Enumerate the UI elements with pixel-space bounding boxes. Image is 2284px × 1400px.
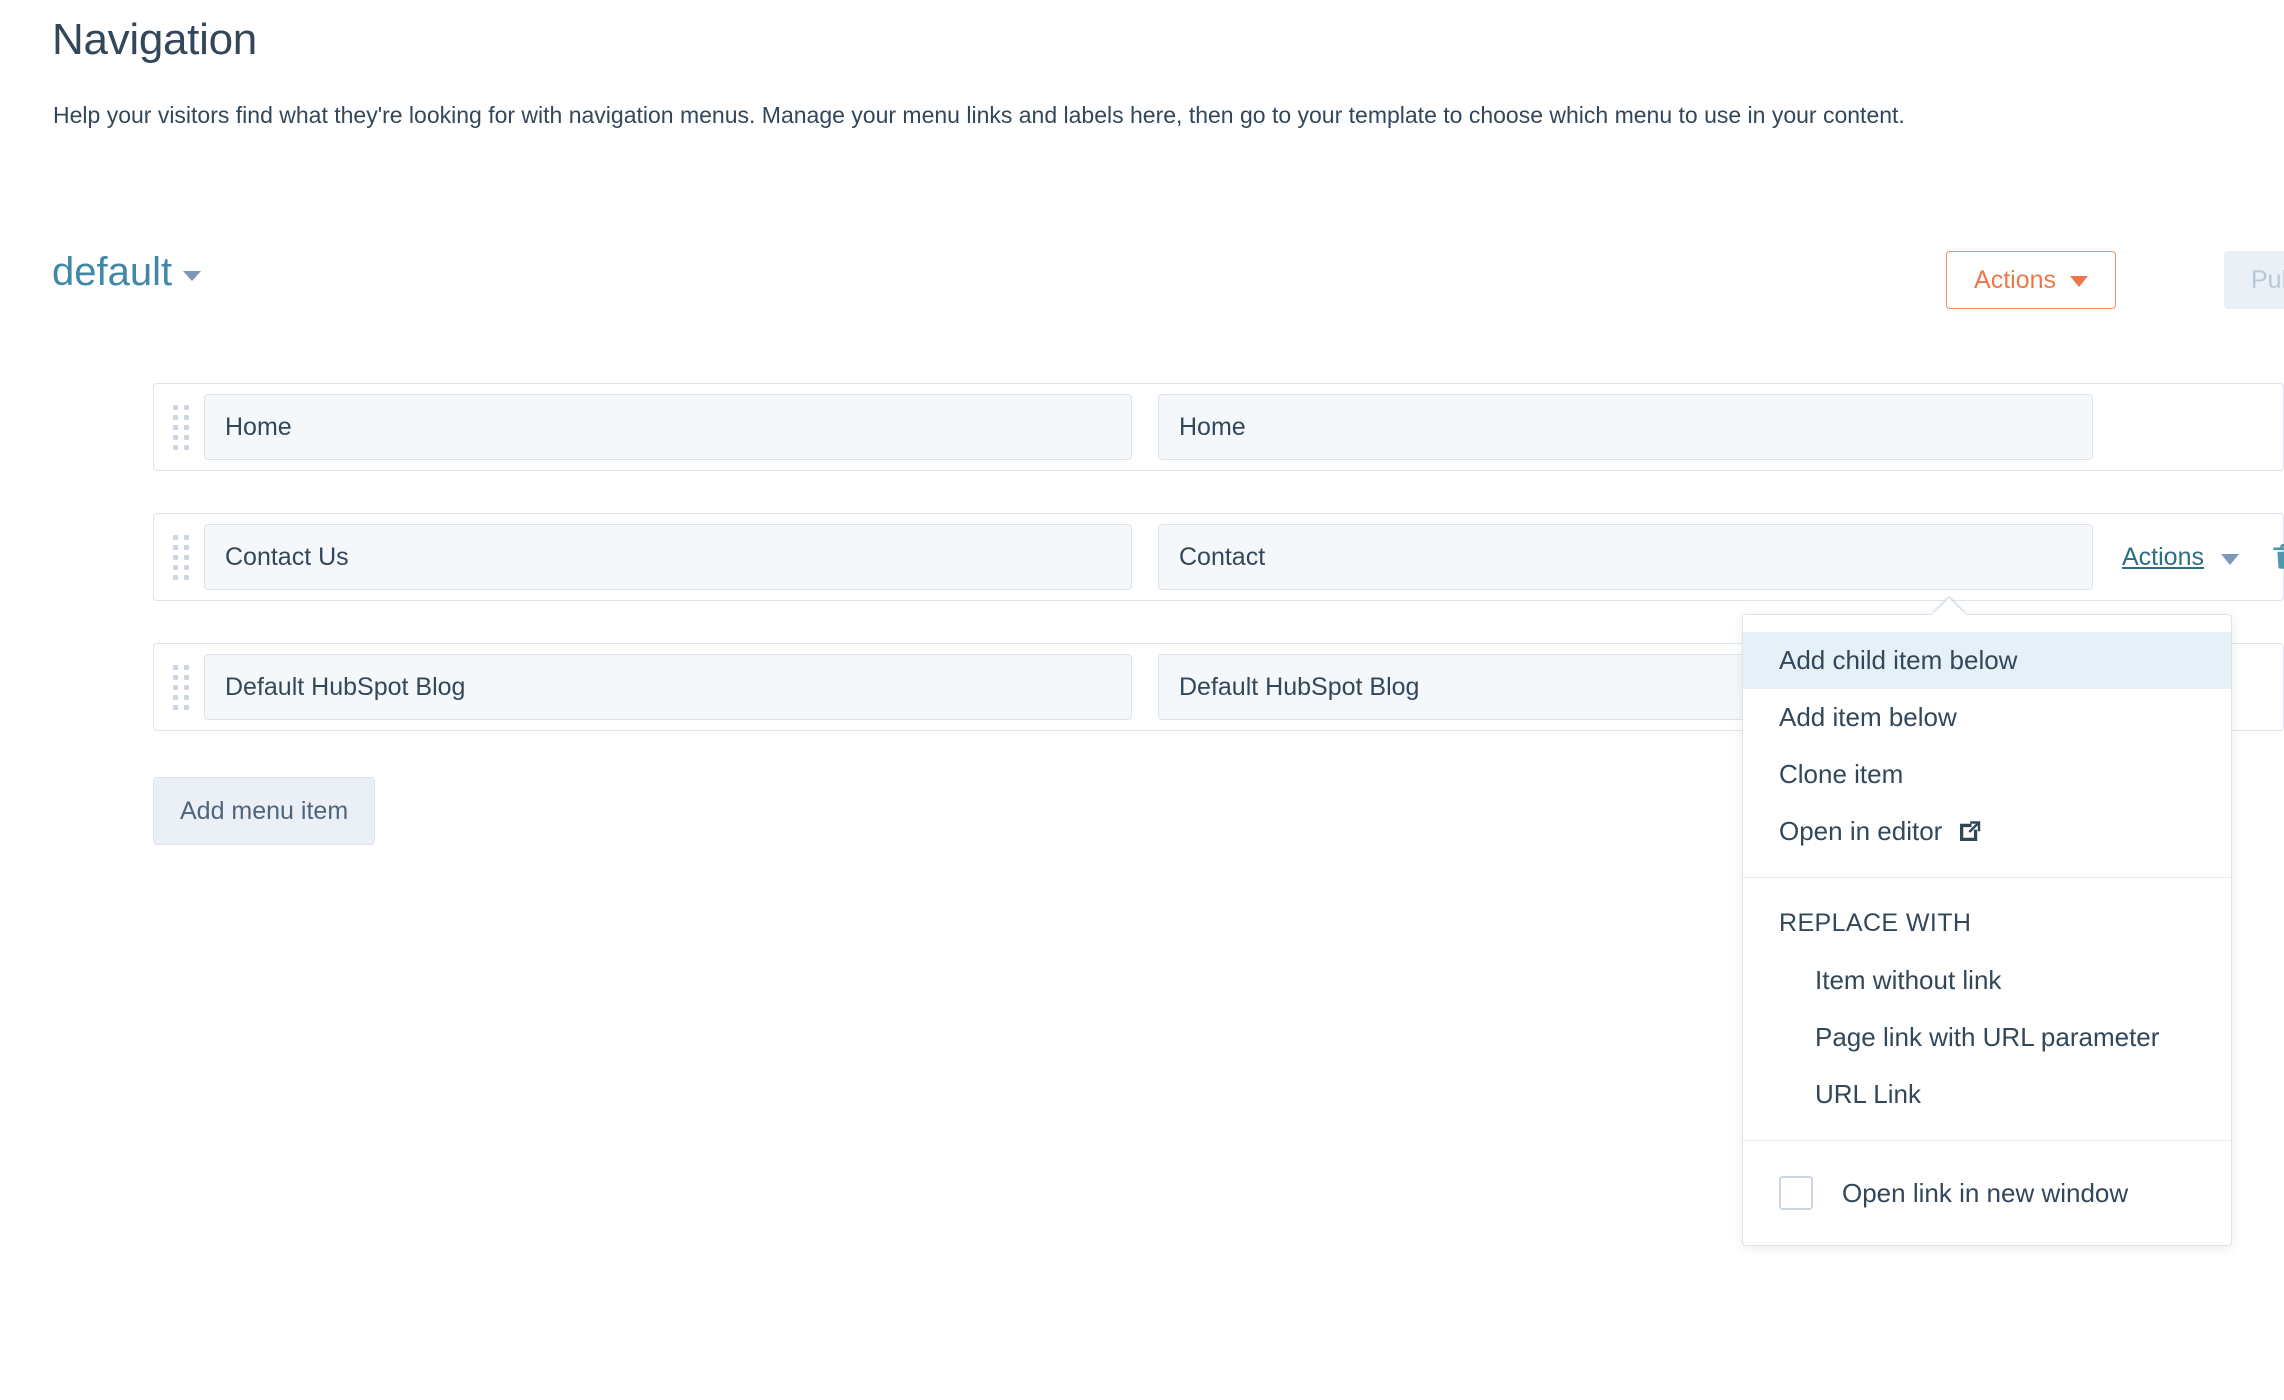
table-row: Contact Actions <box>153 513 2284 601</box>
menu-item-add-item-below[interactable]: Add item below <box>1743 689 2231 746</box>
menu-item-label-input[interactable] <box>204 524 1132 590</box>
menu-item-target-select[interactable]: Home <box>1158 394 2093 460</box>
row-actions-group: Actions <box>2122 541 2284 573</box>
drag-handle-icon[interactable] <box>162 403 200 451</box>
menu-toolbar: default Actions Publish <box>0 240 2284 330</box>
navigation-page: Navigation Help your visitors find what … <box>0 0 2284 1400</box>
menu-actions-button[interactable]: Actions <box>1946 251 2116 309</box>
menu-item-open-in-editor[interactable]: Open in editor <box>1743 803 2231 860</box>
menu-actions-button-label: Actions <box>1974 265 2056 294</box>
add-menu-item-button[interactable]: Add menu item <box>153 777 376 845</box>
page-description: Help your visitors find what they're loo… <box>53 102 1905 128</box>
menu-item-target-select-wrapper: Home <box>1158 394 2093 460</box>
menu-item-url-link[interactable]: URL Link <box>1743 1066 2231 1123</box>
menu-item-label: Open in editor <box>1779 816 1943 846</box>
drag-handle-icon[interactable] <box>162 663 200 711</box>
menu-item-label: Add item below <box>1779 702 1957 732</box>
dropdown-primary-group: Add child item below Add item below Clon… <box>1743 615 2231 878</box>
menu-item-label: Item without link <box>1815 965 2002 995</box>
table-row: Home <box>153 383 2284 471</box>
menu-item-label-input[interactable] <box>204 654 1132 720</box>
page-title: Navigation <box>52 15 257 64</box>
open-link-in-new-window-checkbox[interactable] <box>1779 1176 1813 1210</box>
dropdown-options-group: Open link in new window <box>1743 1141 2231 1245</box>
menu-selector-label: default <box>52 250 173 294</box>
menu-item-label: Page link with URL parameter <box>1815 1022 2160 1052</box>
dropdown-replace-group: REPLACE WITH Item without link Page link… <box>1743 878 2231 1141</box>
menu-item-label-input[interactable] <box>204 394 1132 460</box>
external-link-icon <box>1957 820 1981 844</box>
menu-item-target-select[interactable]: Contact <box>1158 524 2093 590</box>
open-link-in-new-window-option[interactable]: Open link in new window <box>1743 1158 2231 1228</box>
dropdown-caret-icon <box>1932 598 1966 615</box>
dropdown-section-heading: REPLACE WITH <box>1779 909 1972 937</box>
publish-button[interactable]: Publish <box>2224 251 2284 309</box>
chevron-down-icon <box>2070 276 2088 287</box>
row-actions-link[interactable]: Actions <box>2122 543 2204 572</box>
menu-item-label: URL Link <box>1815 1079 1921 1109</box>
menu-item-clone-item[interactable]: Clone item <box>1743 746 2231 803</box>
menu-item-label: Clone item <box>1779 759 1904 789</box>
chevron-down-icon <box>2220 553 2239 565</box>
menu-item-label: Add child item below <box>1779 645 2018 675</box>
menu-item-target-value: Contact <box>1179 542 1266 571</box>
row-actions-dropdown-menu: Add child item below Add item below Clon… <box>1742 598 2232 1246</box>
menu-item-item-without-link[interactable]: Item without link <box>1743 952 2231 1009</box>
menu-item-add-child-item-below[interactable]: Add child item below <box>1743 632 2231 689</box>
menu-item-target-value: Home <box>1179 412 1246 441</box>
drag-handle-icon[interactable] <box>162 533 200 581</box>
menu-item-target-value: Default HubSpot Blog <box>1179 672 1420 701</box>
delete-icon[interactable] <box>2271 541 2284 573</box>
menu-item-page-link-with-url-parameter[interactable]: Page link with URL parameter <box>1743 1009 2231 1066</box>
chevron-down-icon <box>183 271 202 281</box>
open-link-in-new-window-label: Open link in new window <box>1842 1177 2129 1208</box>
menu-item-target-select-wrapper: Contact <box>1158 524 2093 590</box>
menu-selector-dropdown[interactable]: default <box>52 250 202 294</box>
